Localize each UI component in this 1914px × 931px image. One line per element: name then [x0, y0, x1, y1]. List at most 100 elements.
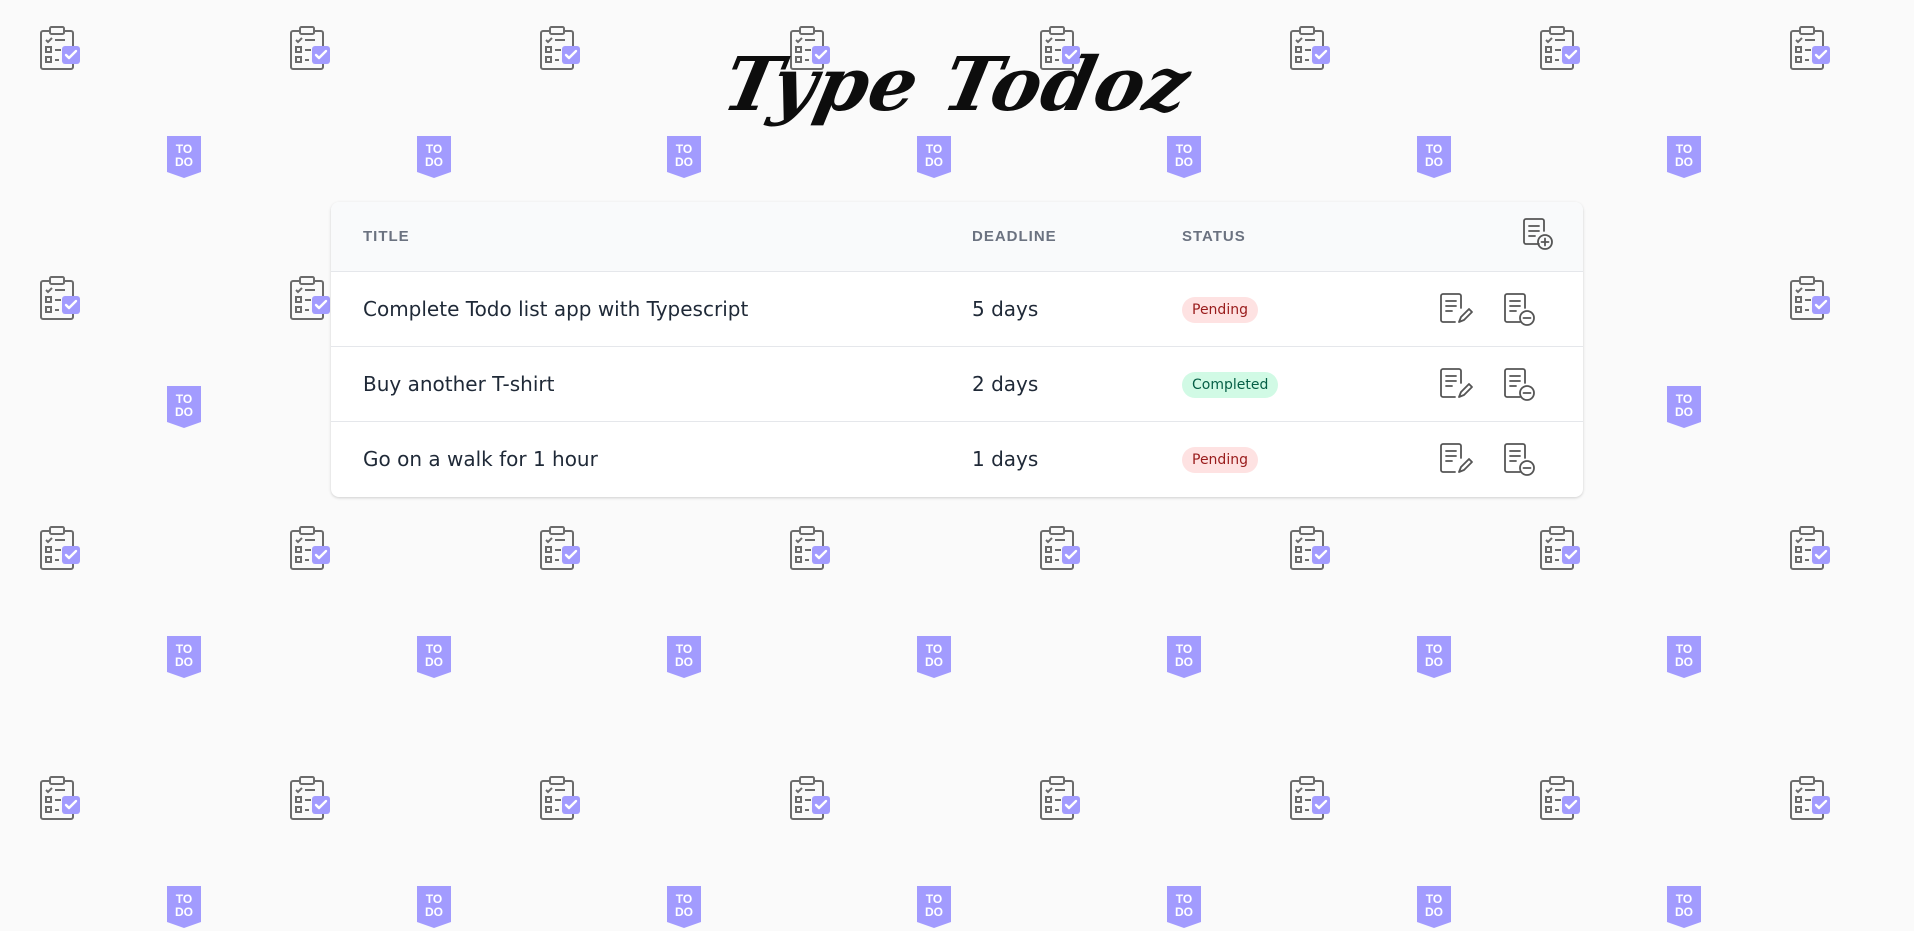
todo-badge-icon: TO DO — [1417, 136, 1451, 178]
svg-text:TO: TO — [1176, 892, 1192, 906]
todo-title: Complete Todo list app with Typescript — [363, 297, 749, 321]
svg-text:DO: DO — [1675, 655, 1693, 669]
svg-text:TO: TO — [1426, 892, 1442, 906]
remove-document-icon — [1504, 368, 1535, 401]
svg-text:DO: DO — [675, 155, 693, 169]
todo-badge-icon: TO DO — [167, 136, 201, 178]
svg-text:DO: DO — [1425, 655, 1443, 669]
delete-todo-button[interactable] — [1498, 289, 1538, 329]
column-header-deadline: DEADLINE — [972, 228, 1057, 245]
svg-text:TO: TO — [176, 642, 192, 656]
todo-deadline: 5 days — [972, 297, 1039, 321]
remove-document-icon — [1504, 443, 1535, 476]
svg-text:DO: DO — [175, 905, 193, 919]
clipboard-checklist-icon — [788, 525, 832, 571]
todo-badge-icon: TO DO — [1167, 136, 1201, 178]
status-badge: Pending — [1182, 447, 1258, 473]
clipboard-checklist-icon — [1538, 525, 1582, 571]
clipboard-checklist-icon — [288, 525, 332, 571]
todo-badge-icon: TO DO — [917, 136, 951, 178]
svg-text:DO: DO — [175, 155, 193, 169]
svg-text:TO: TO — [676, 142, 692, 156]
todo-badge-icon: TO DO — [1167, 886, 1201, 928]
clipboard-checklist-icon — [38, 525, 82, 571]
svg-text:DO: DO — [1175, 655, 1193, 669]
clipboard-checklist-icon — [538, 775, 582, 821]
add-todo-button[interactable] — [1517, 214, 1557, 254]
svg-text:TO: TO — [1676, 392, 1692, 406]
todo-badge-icon: TO DO — [167, 886, 201, 928]
svg-text:DO: DO — [175, 405, 193, 419]
todo-badge-icon: TO DO — [167, 636, 201, 678]
svg-text:DO: DO — [1425, 155, 1443, 169]
svg-text:DO: DO — [925, 905, 943, 919]
clipboard-checklist-icon — [38, 275, 82, 321]
svg-text:TO: TO — [926, 142, 942, 156]
todo-badge-icon: TO DO — [917, 636, 951, 678]
todo-badge-icon: TO DO — [1667, 636, 1701, 678]
todo-badge-icon: TO DO — [1667, 886, 1701, 928]
todo-badge-icon: TO DO — [1667, 386, 1701, 428]
svg-text:DO: DO — [1675, 905, 1693, 919]
app-title: Type Todoz — [716, 42, 1198, 128]
svg-text:DO: DO — [675, 905, 693, 919]
table-row: Buy another T-shirt 2 days Completed — [331, 347, 1583, 422]
edit-document-icon — [1440, 443, 1473, 473]
delete-todo-button[interactable] — [1498, 439, 1538, 479]
todo-deadline: 1 days — [972, 447, 1039, 471]
svg-text:TO: TO — [676, 892, 692, 906]
edit-todo-button[interactable] — [1434, 364, 1474, 404]
edit-todo-button[interactable] — [1434, 289, 1474, 329]
svg-text:TO: TO — [676, 642, 692, 656]
svg-text:TO: TO — [426, 892, 442, 906]
svg-text:DO: DO — [925, 155, 943, 169]
todo-badge-icon: TO DO — [167, 386, 201, 428]
clipboard-checklist-icon — [1788, 275, 1832, 321]
svg-text:DO: DO — [1175, 905, 1193, 919]
table-row: Complete Todo list app with Typescript 5… — [331, 272, 1583, 347]
todo-badge-icon: TO DO — [1417, 886, 1451, 928]
svg-text:DO: DO — [1425, 905, 1443, 919]
svg-text:TO: TO — [1676, 642, 1692, 656]
svg-text:DO: DO — [175, 655, 193, 669]
todo-table: TITLE DEADLINE STATUS Complete Todo list… — [331, 202, 1583, 497]
todo-badge-icon: TO DO — [417, 886, 451, 928]
svg-text:TO: TO — [176, 392, 192, 406]
todo-badge-icon: TO DO — [1167, 636, 1201, 678]
svg-text:TO: TO — [1426, 142, 1442, 156]
todo-badge-icon: TO DO — [667, 636, 701, 678]
todo-badge-icon: TO DO — [667, 136, 701, 178]
clipboard-checklist-icon — [288, 775, 332, 821]
svg-text:TO: TO — [426, 142, 442, 156]
remove-document-icon — [1504, 293, 1535, 326]
svg-text:TO: TO — [926, 892, 942, 906]
svg-text:DO: DO — [925, 655, 943, 669]
svg-text:TO: TO — [1426, 642, 1442, 656]
clipboard-checklist-icon — [1038, 775, 1082, 821]
table-header: TITLE DEADLINE STATUS — [331, 202, 1583, 272]
delete-todo-button[interactable] — [1498, 364, 1538, 404]
edit-document-icon — [1440, 368, 1473, 398]
column-header-status: STATUS — [1182, 228, 1246, 245]
edit-document-icon — [1440, 293, 1473, 323]
svg-text:TO: TO — [1176, 142, 1192, 156]
status-badge: Completed — [1182, 372, 1279, 398]
edit-todo-button[interactable] — [1434, 439, 1474, 479]
svg-text:DO: DO — [1175, 155, 1193, 169]
todo-deadline: 2 days — [972, 372, 1039, 396]
status-badge: Pending — [1182, 297, 1258, 323]
svg-text:TO: TO — [1676, 142, 1692, 156]
svg-text:TO: TO — [426, 642, 442, 656]
clipboard-checklist-icon — [1038, 525, 1082, 571]
svg-text:DO: DO — [425, 655, 443, 669]
svg-text:TO: TO — [176, 892, 192, 906]
clipboard-checklist-icon — [1288, 525, 1332, 571]
clipboard-checklist-icon — [1538, 775, 1582, 821]
svg-text:TO: TO — [926, 642, 942, 656]
todo-title: Buy another T-shirt — [363, 372, 555, 396]
add-document-icon — [1523, 218, 1553, 250]
svg-text:DO: DO — [425, 905, 443, 919]
clipboard-checklist-icon — [1788, 525, 1832, 571]
table-row: Go on a walk for 1 hour 1 days Pending — [331, 422, 1583, 496]
svg-text:TO: TO — [1676, 892, 1692, 906]
